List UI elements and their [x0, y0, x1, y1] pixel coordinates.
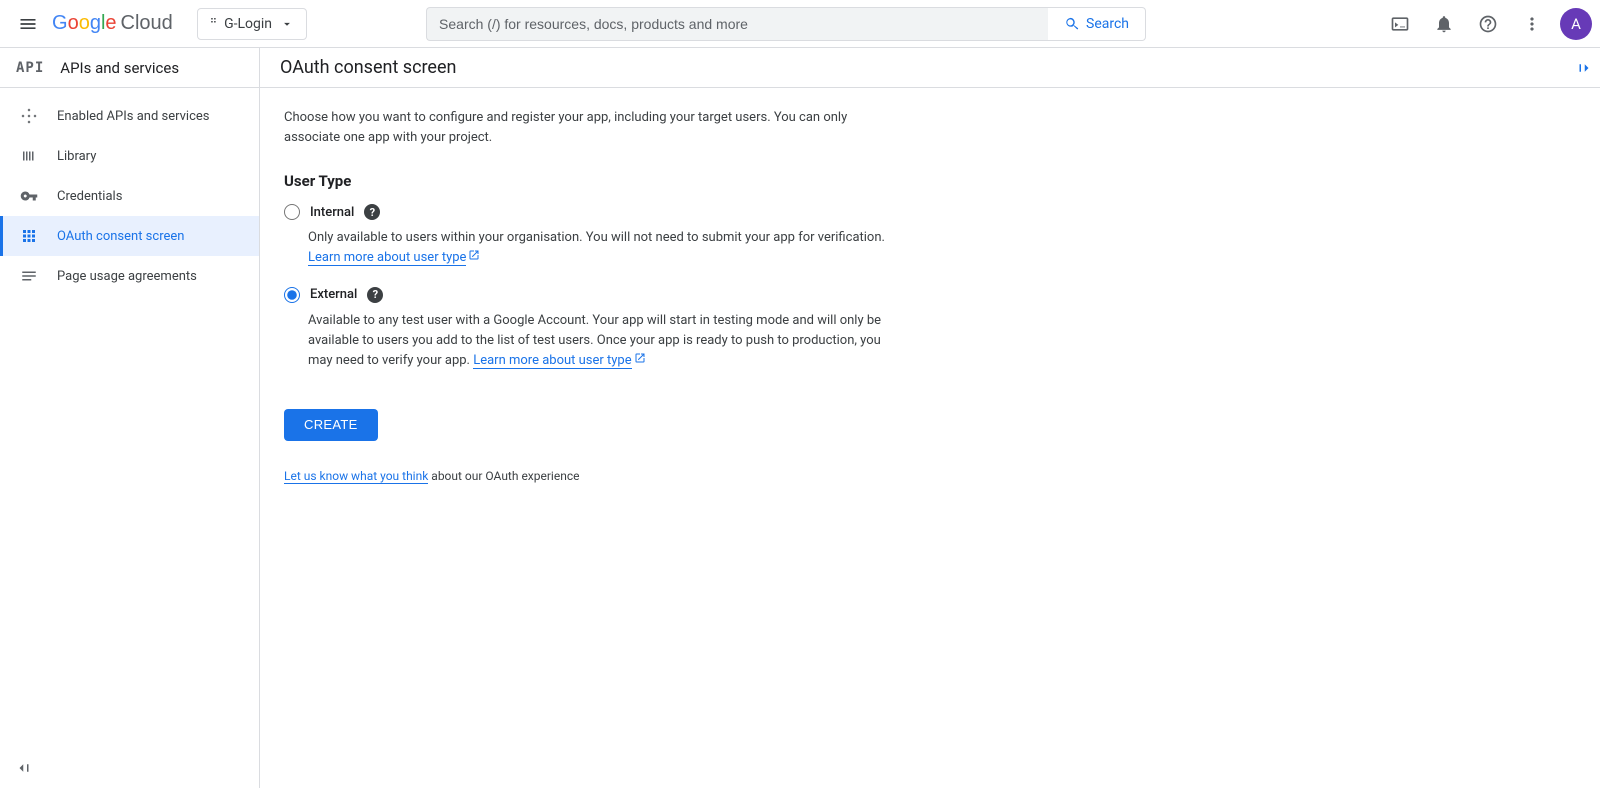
sidebar-item-credentials[interactable]: Credentials: [0, 176, 259, 216]
radio-external-row: External ?: [284, 287, 896, 303]
sidebar-item-page-usage-agreements[interactable]: Page usage agreements: [0, 256, 259, 296]
api-logo: API: [16, 60, 44, 76]
feedback-line: Let us know what you think about our OAu…: [284, 469, 896, 483]
collapse-sidebar-icon[interactable]: [12, 756, 36, 780]
oauth-icon: [19, 226, 39, 246]
search-button[interactable]: Search: [1048, 7, 1146, 41]
search-container: Search: [426, 7, 1146, 41]
sidebar-footer: [0, 748, 259, 788]
main-header: OAuth consent screen: [260, 48, 1600, 88]
radio-internal-desc: Only available to users within your orga…: [308, 228, 896, 268]
google-cloud-logo[interactable]: Google Cloud: [52, 12, 173, 35]
sidebar-item-oauth-consent[interactable]: OAuth consent screen: [0, 216, 259, 256]
body: API APIs and services Enabled APIs and s…: [0, 48, 1600, 788]
library-icon: [19, 146, 39, 166]
main-body: Choose how you want to configure and reg…: [260, 88, 920, 503]
help-icon[interactable]: ?: [367, 287, 383, 303]
cloud-shell-icon[interactable]: [1380, 4, 1420, 44]
credentials-icon: [19, 186, 39, 206]
main: OAuth consent screen Choose how you want…: [260, 48, 1600, 788]
page-title: OAuth consent screen: [280, 57, 456, 78]
search-icon: [1064, 16, 1080, 32]
right-panel-toggle-icon[interactable]: [1572, 56, 1596, 80]
enabled-apis-icon: [19, 106, 39, 126]
project-icon: ⠛: [210, 18, 216, 29]
radio-external-label[interactable]: External: [310, 287, 357, 302]
agreements-icon: [19, 266, 39, 286]
user-type-heading: User Type: [284, 172, 896, 190]
external-link-icon: [468, 250, 480, 265]
sidebar-item-label: OAuth consent screen: [57, 229, 184, 244]
chevron-down-icon: [280, 17, 294, 31]
avatar-initial: A: [1571, 15, 1581, 33]
hamburger-menu-icon[interactable]: [8, 4, 48, 44]
notifications-icon[interactable]: [1424, 4, 1464, 44]
radio-internal[interactable]: [284, 204, 300, 220]
help-icon[interactable]: ?: [364, 204, 380, 220]
external-link-icon: [634, 353, 646, 368]
learn-more-external-link[interactable]: Learn more about user type: [473, 353, 631, 369]
feedback-link[interactable]: Let us know what you think: [284, 469, 428, 484]
sidebar-item-label: Credentials: [57, 189, 122, 204]
radio-external-desc: Available to any test user with a Google…: [308, 311, 896, 371]
search-box[interactable]: [426, 7, 1048, 41]
sidebar-title: APIs and services: [60, 59, 179, 77]
sidebar-item-label: Page usage agreements: [57, 269, 197, 284]
topbar: Google Cloud ⠛ G-Login Search A: [0, 0, 1600, 48]
project-selector[interactable]: ⠛ G-Login: [197, 8, 307, 40]
more-icon[interactable]: [1512, 4, 1552, 44]
help-icon[interactable]: [1468, 4, 1508, 44]
radio-internal-row: Internal ?: [284, 204, 896, 220]
topbar-right: A: [1380, 4, 1592, 44]
sidebar-header: API APIs and services: [0, 48, 259, 88]
internal-desc-text: Only available to users within your orga…: [308, 230, 885, 245]
avatar[interactable]: A: [1560, 8, 1592, 40]
feedback-rest: about our OAuth experience: [428, 469, 579, 483]
logo-cloud-text: Cloud: [121, 12, 173, 35]
sidebar-item-label: Library: [57, 149, 96, 164]
sidebar-item-enabled-apis[interactable]: Enabled APIs and services: [0, 96, 259, 136]
search-button-label: Search: [1086, 16, 1129, 32]
search-input[interactable]: [439, 16, 1036, 32]
sidebar-item-library[interactable]: Library: [0, 136, 259, 176]
sidebar: API APIs and services Enabled APIs and s…: [0, 48, 260, 788]
radio-internal-label[interactable]: Internal: [310, 205, 354, 220]
project-name: G-Login: [224, 16, 272, 32]
learn-more-internal-link[interactable]: Learn more about user type: [308, 250, 466, 266]
radio-external[interactable]: [284, 287, 300, 303]
intro-text: Choose how you want to configure and reg…: [284, 108, 896, 148]
sidebar-item-label: Enabled APIs and services: [57, 109, 210, 124]
sidebar-nav: Enabled APIs and services Library Creden…: [0, 88, 259, 748]
create-button[interactable]: CREATE: [284, 409, 378, 441]
